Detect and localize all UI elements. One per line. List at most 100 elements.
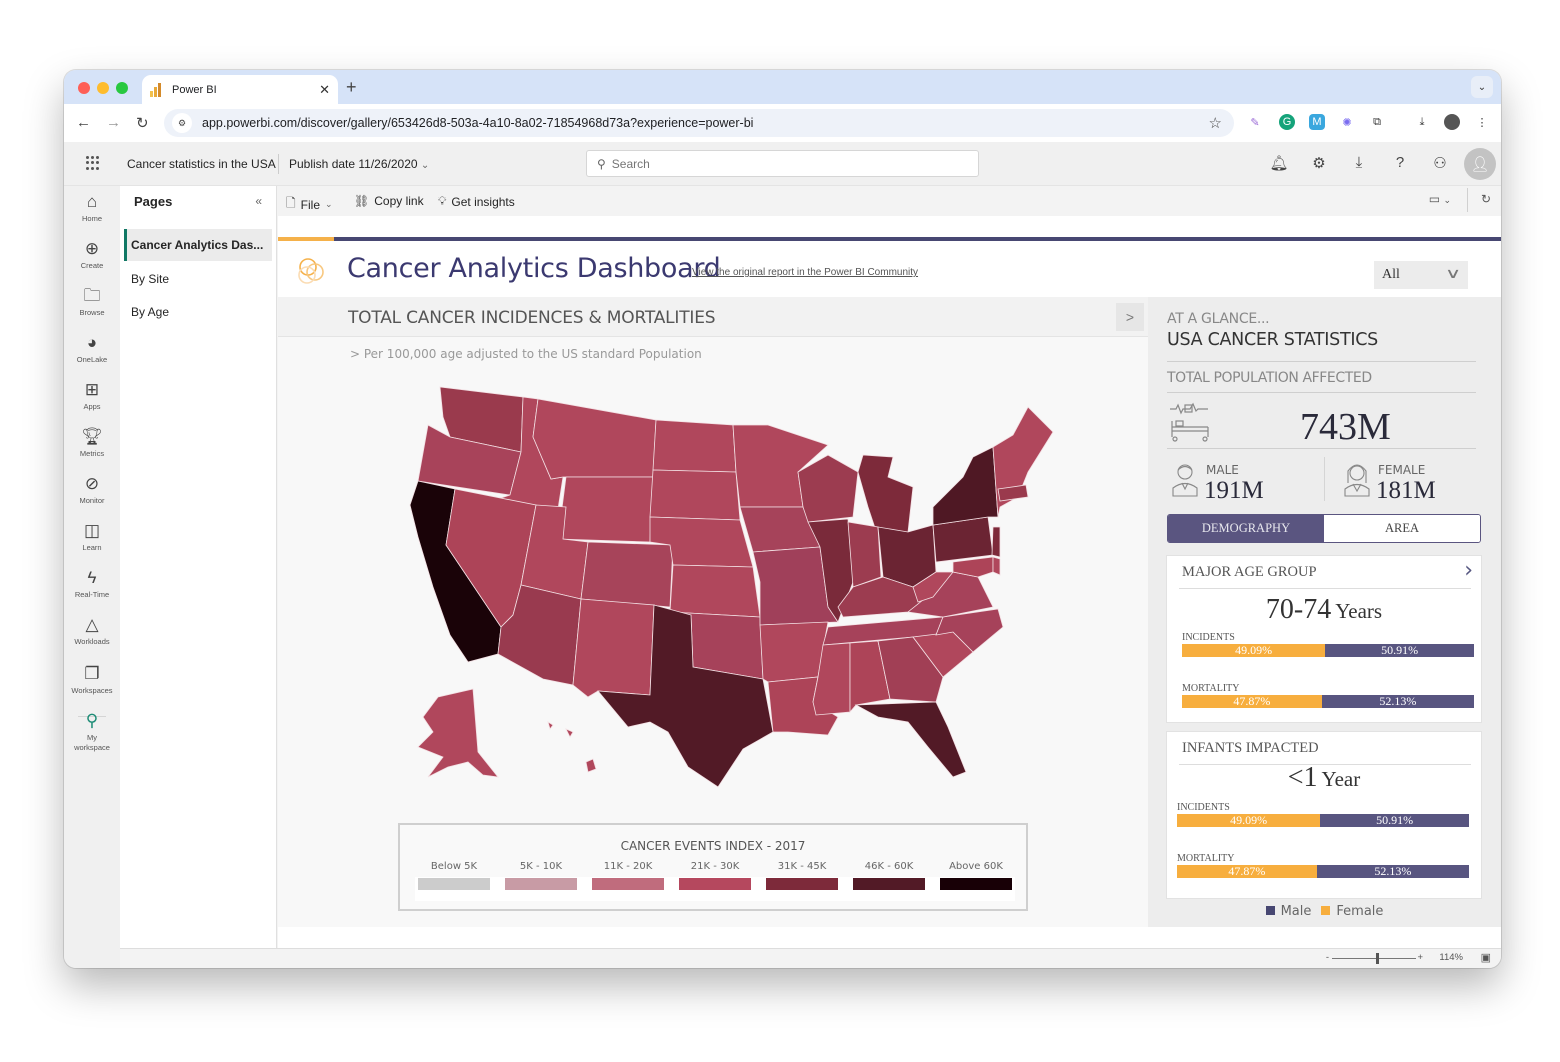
search-box[interactable]: ⚲ [586, 150, 979, 177]
rail-item-home[interactable]: ⌂ Home [64, 192, 120, 224]
gear-extension-icon[interactable]: ✺ [1339, 114, 1355, 130]
file-menu-button[interactable]: 🗋︎ File ⌄ [286, 194, 333, 215]
nav-rail: ⌂ Home ⊕ Create 🗀︎ Browse ◕ OneLake ⊞ Apps 🏆︎… [64, 186, 120, 968]
bookmark-star-icon[interactable]: ☆ [1209, 114, 1222, 132]
m-extension-icon[interactable]: M [1309, 114, 1325, 130]
browser-menu-icon[interactable]: ⋮ [1474, 114, 1490, 130]
rail-label: OneLake [76, 355, 108, 364]
account-avatar[interactable]: 👤︎ [1464, 148, 1496, 180]
next-page-chevron-icon[interactable]: > [1116, 303, 1144, 331]
help-icon[interactable]: ? [1390, 154, 1410, 171]
collapse-pages-icon[interactable]: « [255, 194, 262, 208]
zoom-slider-track[interactable] [1332, 958, 1416, 959]
extensions-puzzle-icon[interactable]: ⧉ [1369, 114, 1385, 130]
rail-item-my-workspace[interactable]: ⚲ My workspace [64, 711, 120, 753]
plus-circle-icon: ⊕ [84, 239, 100, 258]
infant-age-value: <1 Year [1167, 762, 1481, 794]
usa-choropleth-map[interactable] [388, 377, 1068, 797]
fit-to-page-icon[interactable]: ▣ [1481, 951, 1491, 964]
page-item-cancer-analytics[interactable]: Cancer Analytics Das... [124, 229, 272, 261]
view-mode-dropdown[interactable]: ▭ ⌄ [1429, 192, 1451, 206]
female-stat: FEMALE 181M [1342, 461, 1436, 504]
male-swatch [1265, 906, 1275, 915]
rail-item-learn[interactable]: ◫ Learn [64, 521, 120, 553]
female-segment: 47.87% [1177, 865, 1317, 878]
page-label: Cancer Analytics Das... [131, 238, 264, 252]
rail-item-workspaces[interactable]: ❐ Workspaces [64, 664, 120, 696]
page-item-by-age[interactable]: By Age [124, 296, 272, 328]
forward-icon[interactable]: → [106, 114, 121, 131]
legend-bin-label: 46K - 60K [864, 861, 914, 872]
state-arkansas [759, 621, 829, 683]
download-icon[interactable]: ⤓ [1349, 154, 1369, 171]
rail-item-apps[interactable]: ⊞ Apps [64, 380, 120, 412]
back-icon[interactable]: ← [76, 114, 91, 131]
pen-extension-icon[interactable]: ✎ [1247, 114, 1263, 130]
glance-panel: AT A GLANCE... USA CANCER STATISTICS TOT… [1148, 297, 1501, 927]
apps-icon: ⊞ [84, 380, 100, 399]
get-insights-button[interactable]: 💡︎ Get insights [438, 194, 515, 209]
legend-bin: 31K - 45K [763, 861, 841, 890]
feedback-icon[interactable]: ⚇ [1430, 154, 1450, 172]
minimize-window-button[interactable] [97, 82, 109, 94]
reload-icon[interactable]: ↻ [136, 114, 149, 132]
report-page: Cancer Analytics Dashboard View the orig… [278, 237, 1501, 927]
publish-date-dropdown[interactable]: Publish date 11/26/2020 ⌄ [289, 157, 429, 171]
state-new-jersey [991, 526, 1001, 558]
infant-unit: Year [1321, 767, 1361, 791]
page-label: By Site [131, 272, 170, 286]
copy-link-button[interactable]: ⛓︎ Copy link [354, 194, 424, 208]
rail-item-real-time[interactable]: ϟ Real-Time [64, 568, 120, 600]
area-tab[interactable]: AREA [1324, 515, 1480, 542]
close-window-button[interactable] [78, 82, 90, 94]
zoom-in-button[interactable]: + [1417, 952, 1423, 963]
app-launcher-icon[interactable] [86, 156, 100, 170]
rail-label: Learn [82, 543, 102, 552]
publish-date-label: Publish date 11/26/2020 [289, 157, 418, 171]
trophy-icon: 🏆︎ [81, 427, 103, 446]
female-segment: 49.09% [1182, 644, 1326, 657]
new-tab-button[interactable]: + [346, 77, 357, 98]
legend-bin-label: 31K - 45K [777, 861, 827, 872]
incidents-label: INCIDENTS [1182, 632, 1235, 643]
close-tab-icon[interactable]: ✕ [319, 82, 330, 98]
report-name[interactable]: Cancer statistics in the USA [127, 157, 276, 171]
rail-item-onelake[interactable]: ◕ OneLake [64, 333, 120, 365]
shapes-icon: △ [85, 615, 99, 634]
search-input[interactable] [611, 156, 952, 171]
page-item-by-site[interactable]: By Site [124, 263, 272, 295]
zoom-out-button[interactable]: - [1326, 952, 1329, 963]
tab-search-chevron-icon[interactable]: ⌄ [1471, 76, 1493, 98]
rail-item-create[interactable]: ⊕ Create [64, 239, 120, 271]
demography-tab[interactable]: DEMOGRAPHY [1168, 515, 1324, 542]
profile-avatar[interactable] [1444, 114, 1460, 130]
divider [1324, 457, 1325, 501]
grammarly-extension-icon[interactable]: G [1279, 114, 1295, 130]
community-link[interactable]: View the original report in the Power BI… [692, 267, 918, 278]
refresh-icon[interactable]: ↻ [1481, 192, 1491, 206]
download-icon[interactable]: ⤓ [1414, 114, 1430, 130]
incidents-bar: 49.09% 50.91% [1182, 644, 1474, 657]
legend-bin-label: 5K - 10K [519, 861, 563, 872]
onelake-icon: ◕ [86, 333, 98, 352]
legend-swatch [766, 878, 838, 890]
rail-item-monitor[interactable]: ⊘ Monitor [64, 474, 120, 506]
legend-bin-label: Above 60K [949, 861, 1003, 872]
maximize-window-button[interactable] [116, 82, 128, 94]
url-field[interactable]: ⚙ app.powerbi.com/discover/gallery/65342… [164, 109, 1234, 137]
state-new-mexico [572, 598, 655, 698]
total-population-value: 743M [1300, 406, 1391, 448]
state-florida [854, 701, 967, 778]
zoom-slider-thumb[interactable] [1376, 953, 1379, 964]
settings-gear-icon[interactable]: ⚙ [1309, 154, 1329, 172]
chevron-right-icon[interactable]: › [1464, 558, 1473, 583]
site-settings-icon[interactable]: ⚙ [172, 113, 192, 133]
region-slicer-dropdown[interactable]: All ∨ [1374, 261, 1468, 289]
hospital-bed-icon [1170, 402, 1209, 442]
notifications-bell-icon[interactable]: 🔔︎ [1269, 154, 1289, 172]
rail-item-metrics[interactable]: 🏆︎ Metrics [64, 427, 120, 459]
browser-tab[interactable]: Power BI ✕ [142, 75, 338, 104]
divider [1467, 188, 1468, 212]
rail-item-browse[interactable]: 🗀︎ Browse [64, 286, 120, 318]
rail-item-workloads[interactable]: △ Workloads [64, 615, 120, 647]
